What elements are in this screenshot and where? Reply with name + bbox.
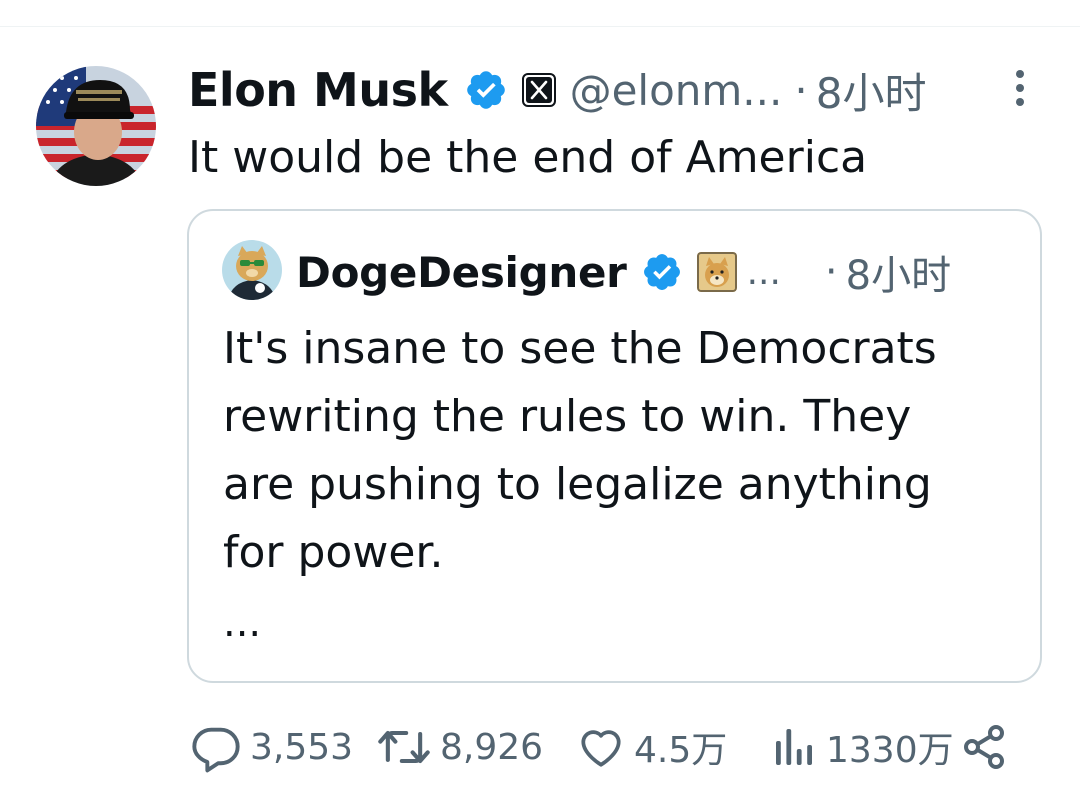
quoted-tweet-text: It's insane to see the Democrats rewriti… bbox=[223, 315, 1013, 587]
tweet: Elon Musk @elonm... · 8小时 It would be th… bbox=[0, 0, 1080, 800]
tweet-timestamp[interactable]: 8小时 bbox=[816, 60, 927, 121]
author-handle[interactable]: @elonm... bbox=[570, 66, 783, 115]
quoted-separator-dot: · bbox=[824, 249, 838, 295]
share-button[interactable] bbox=[960, 718, 1008, 776]
x-logo-icon[interactable] bbox=[521, 73, 556, 107]
reply-icon bbox=[190, 721, 242, 773]
action-bar: 3,553 8,926 4.5万 1330万 bbox=[190, 718, 1030, 776]
separator-dot: · bbox=[794, 65, 808, 115]
views-button[interactable]: 1330万 bbox=[770, 718, 954, 776]
quoted-tweet-timestamp[interactable]: 8小时 bbox=[846, 243, 951, 301]
quoted-text-line: rewriting the rules to win. They bbox=[223, 391, 912, 442]
quoted-text-line: It's insane to see the Democrats bbox=[223, 323, 937, 374]
quoted-text-line: for power. bbox=[223, 527, 444, 578]
doge-icon[interactable] bbox=[696, 252, 737, 292]
repost-icon bbox=[376, 721, 432, 773]
quoted-author-handle[interactable]: ... bbox=[747, 252, 781, 293]
view-count: 1330万 bbox=[826, 730, 954, 771]
share-icon bbox=[960, 723, 1008, 771]
more-options-icon[interactable] bbox=[1008, 66, 1032, 110]
like-button[interactable]: 4.5万 bbox=[576, 718, 727, 776]
like-count: 4.5万 bbox=[634, 730, 728, 771]
author-display-name[interactable]: Elon Musk bbox=[188, 63, 448, 117]
avatar[interactable] bbox=[36, 66, 156, 186]
tweet-header: Elon Musk @elonm... · 8小时 bbox=[188, 58, 1028, 122]
quoted-avatar[interactable] bbox=[222, 240, 282, 300]
tweet-text: It would be the end of America bbox=[188, 132, 868, 183]
reply-count: 3,553 bbox=[250, 726, 354, 768]
views-chart-icon bbox=[770, 722, 818, 772]
repost-count: 8,926 bbox=[440, 726, 544, 768]
quoted-text-line: are pushing to legalize anything bbox=[223, 459, 932, 510]
quoted-text-truncation: ... bbox=[223, 600, 262, 646]
heart-icon bbox=[576, 722, 626, 772]
repost-button[interactable]: 8,926 bbox=[376, 718, 543, 776]
quoted-verified-badge-icon[interactable] bbox=[641, 251, 683, 293]
reply-button[interactable]: 3,553 bbox=[190, 718, 353, 776]
verified-badge-icon[interactable] bbox=[464, 68, 508, 112]
quoted-author-display-name[interactable]: DogeDesigner bbox=[296, 248, 627, 297]
quoted-tweet-header: DogeDesigner ... · 8小时 bbox=[296, 240, 1016, 304]
